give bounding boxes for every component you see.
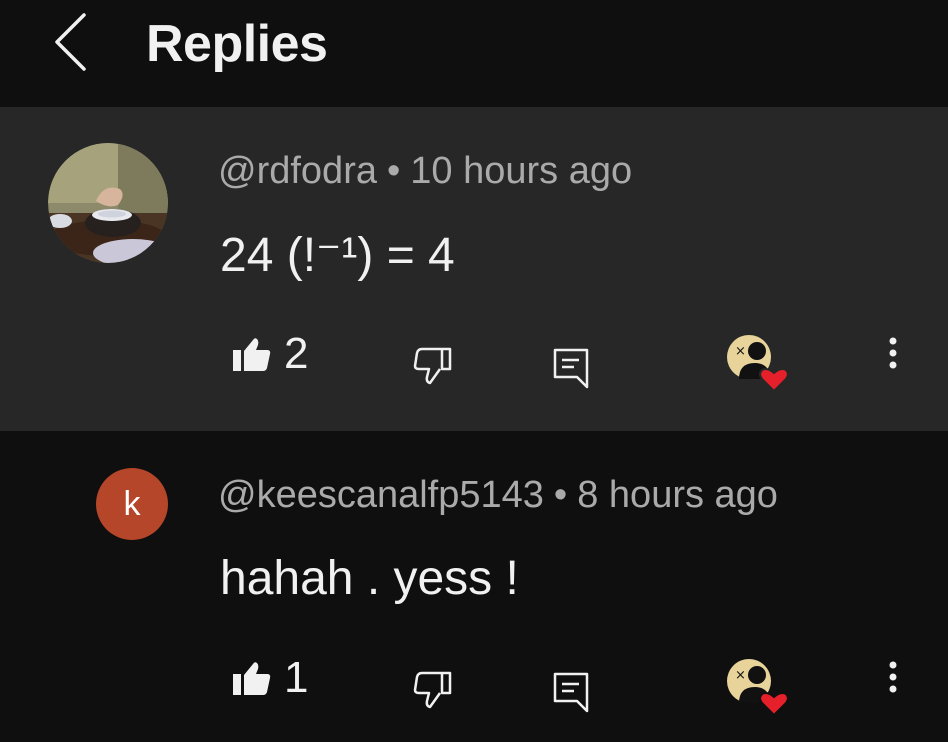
creator-heart[interactable]: × — [725, 657, 793, 719]
comment-time: 10 hours ago — [410, 150, 633, 192]
thumbs-down-icon — [413, 347, 452, 385]
comment-time: 8 hours ago — [577, 474, 778, 516]
creator-heart[interactable]: × — [725, 333, 793, 395]
creator-heart-icon: × — [727, 659, 789, 717]
like-button[interactable]: 2 — [232, 329, 308, 379]
comment-text: 24 (!⁻¹) = 4 — [220, 229, 455, 282]
meta-separator: • — [553, 474, 568, 516]
thumbs-down-icon — [413, 671, 452, 709]
comment-item: k @keescanalfp5143 • 8 hours ago hahah . y… — [0, 431, 948, 742]
more-vertical-icon — [889, 661, 897, 693]
more-vertical-icon — [889, 337, 897, 369]
dislike-button[interactable] — [412, 671, 454, 709]
more-options-button[interactable] — [878, 659, 908, 699]
svg-text:×: × — [735, 668, 746, 683]
comment-meta: @rdfodra • 10 hours ago — [218, 150, 632, 193]
comment-author[interactable]: @keescanalfp5143 — [218, 474, 544, 516]
page-title: Replies — [146, 15, 328, 73]
like-button[interactable]: 1 — [232, 653, 308, 703]
meta-separator: • — [386, 150, 401, 192]
svg-text:×: × — [735, 344, 746, 359]
more-options-button[interactable] — [878, 335, 908, 375]
comment-meta: @keescanalfp5143 • 8 hours ago — [218, 474, 778, 517]
avatar-letter: k — [123, 484, 141, 523]
comment-author[interactable]: @rdfodra — [218, 150, 377, 192]
avatar-photo — [48, 143, 168, 263]
like-count: 2 — [284, 329, 309, 378]
avatar[interactable] — [48, 143, 168, 263]
top-bar: Replies — [0, 0, 948, 107]
avatar[interactable]: k — [96, 468, 168, 540]
like-count: 1 — [284, 653, 309, 702]
chevron-left-icon[interactable] — [50, 12, 90, 72]
comment-item: @rdfodra • 10 hours ago 24 (!⁻¹) = 4 2 × — [0, 107, 948, 431]
comment-icon — [553, 348, 589, 389]
comment-icon — [553, 672, 589, 713]
dislike-button[interactable] — [412, 347, 454, 385]
creator-heart-icon: × — [727, 335, 789, 393]
comment-text: hahah . yess ! — [220, 552, 519, 605]
thumbs-up-icon — [233, 338, 271, 371]
reply-button[interactable] — [552, 347, 592, 389]
reply-button[interactable] — [552, 671, 592, 713]
thumbs-up-icon — [233, 662, 271, 695]
